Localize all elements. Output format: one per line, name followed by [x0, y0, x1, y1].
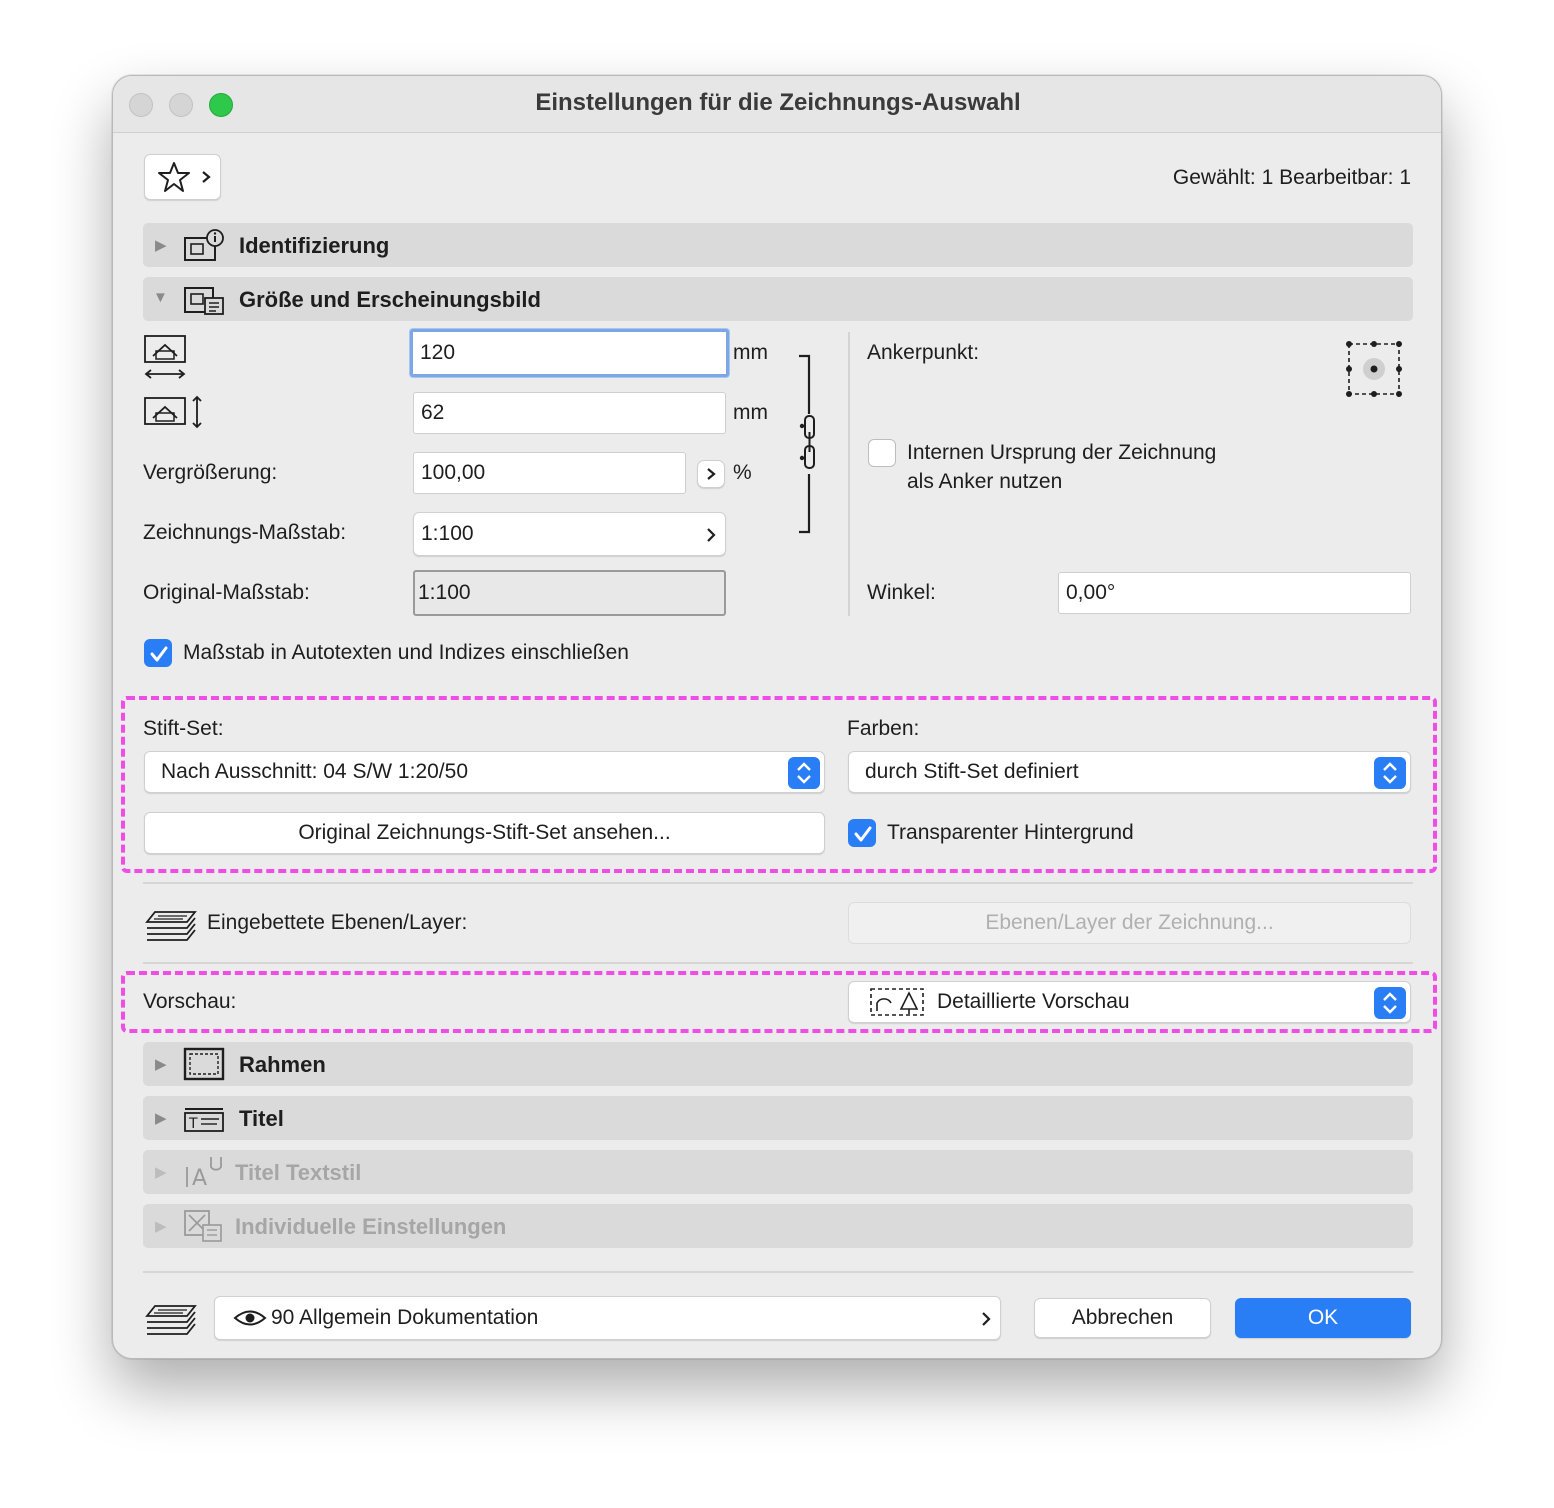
eye-icon — [233, 1310, 267, 1326]
colors-popup[interactable]: durch Stift-Set definiert — [848, 751, 1411, 793]
text-style-icon: A — [186, 1157, 222, 1189]
height-input[interactable]: 62 — [413, 392, 726, 434]
favorites-button[interactable] — [144, 154, 221, 200]
checkmark-icon — [150, 646, 168, 662]
disclosure-triangle-icon: ▶ — [155, 237, 167, 254]
disclosure-triangle-icon: ▶ — [155, 1056, 167, 1073]
disclosure-triangle-icon: ▶ — [155, 1110, 167, 1127]
original-scale-label: Original-Maßstab: — [143, 581, 310, 604]
internal-origin-label-line1: Internen Ursprung der Zeichnung — [907, 441, 1217, 464]
svg-text:A: A — [192, 1166, 207, 1189]
original-scale-value: 1:100 — [418, 581, 471, 604]
section-label: Titel Textstil — [235, 1160, 362, 1185]
anchor-point-selector[interactable] — [1341, 338, 1405, 400]
penset-popup[interactable]: Nach Ausschnitt: 04 S/W 1:20/50 — [144, 751, 825, 793]
disclosure-triangle-open-icon: ▼ — [153, 289, 168, 306]
section-label: Größe und Erscheinungsbild — [239, 287, 541, 312]
divider — [143, 1271, 1413, 1273]
drawing-scale-value: 1:100 — [421, 522, 474, 545]
layer-combination-value: 90 Allgemein Dokumentation — [271, 1306, 539, 1329]
anchor-label: Ankerpunkt: — [867, 341, 980, 364]
drawing-height-icon — [144, 395, 202, 429]
chevron-right-icon — [982, 1312, 991, 1326]
star-icon — [158, 162, 190, 192]
section-label: Individuelle Einstellungen — [235, 1214, 507, 1239]
original-scale-field: 1:100 — [413, 570, 726, 616]
include-scale-label: Maßstab in Autotexten und Indizes einsch… — [183, 641, 629, 664]
section-label: Rahmen — [239, 1052, 326, 1077]
angle-label: Winkel: — [867, 581, 936, 604]
layer-combination-popup[interactable]: 90 Allgemein Dokumentation — [214, 1296, 1001, 1340]
disclosure-triangle-icon: ▶ — [155, 1218, 167, 1235]
include-scale-checkbox[interactable] — [144, 639, 172, 667]
drawing-width-icon — [144, 335, 186, 379]
chevron-right-icon — [707, 528, 716, 542]
popup-stepper-icon — [1374, 987, 1406, 1019]
width-input[interactable]: 120 — [410, 329, 729, 377]
selection-info: Gewählt: 1 Bearbeitbar: 1 — [1172, 166, 1411, 189]
width-unit: mm — [733, 341, 768, 364]
chevron-right-icon — [707, 468, 716, 480]
title-icon: T — [184, 1108, 224, 1132]
column-divider — [848, 332, 850, 616]
disclosure-triangle-icon: ▶ — [155, 1164, 167, 1181]
angle-value: 0,00° — [1066, 581, 1116, 604]
drawing-scale-label: Zeichnungs-Maßstab: — [143, 521, 347, 544]
width-input-value: 120 — [420, 341, 456, 364]
window-title: Einstellungen für die Zeichnungs-Auswahl — [535, 89, 1021, 116]
drawing-layers-button[interactable]: Ebenen/Layer der Zeichnung... — [848, 902, 1411, 944]
detailed-preview-icon — [870, 988, 924, 1016]
preview-label: Vorschau: — [143, 990, 237, 1013]
embedded-layers-label: Eingebettete Ebenen/Layer: — [207, 911, 468, 934]
magnification-input[interactable]: 100,00 — [413, 452, 686, 494]
title-bar: Einstellungen für die Zeichnungs-Auswahl — [113, 76, 1441, 133]
settings-dialog: Einstellungen für die Zeichnungs-Auswahl… — [112, 75, 1442, 1359]
section-frame[interactable]: ▶ Rahmen — [143, 1042, 1413, 1086]
section-label: Titel — [239, 1106, 284, 1131]
cancel-button[interactable]: Abbrechen — [1034, 1298, 1211, 1338]
drawing-scale-popup[interactable]: 1:100 — [413, 512, 726, 556]
preview-value: Detaillierte Vorschau — [937, 990, 1130, 1013]
angle-input[interactable]: 0,00° — [1058, 572, 1411, 614]
percent-unit: % — [733, 461, 752, 484]
penset-label: Stift-Set: — [143, 717, 224, 740]
height-unit: mm — [733, 401, 768, 424]
popup-stepper-icon — [788, 757, 820, 789]
ok-button[interactable]: OK — [1235, 1298, 1411, 1338]
section-title[interactable]: ▶ T Titel — [143, 1096, 1413, 1140]
preview-popup[interactable]: Detaillierte Vorschau — [848, 981, 1411, 1023]
layers-icon — [145, 911, 197, 941]
transparent-background-checkbox[interactable] — [848, 819, 876, 847]
section-custom-settings[interactable]: ▶ Individuelle Einstellungen — [143, 1204, 1413, 1248]
penset-value: Nach Ausschnitt: 04 S/W 1:20/50 — [161, 760, 469, 783]
transparent-background-label: Transparenter Hintergrund — [887, 821, 1134, 844]
chevron-right-icon — [202, 171, 211, 183]
height-input-value: 62 — [421, 401, 445, 424]
magnification-value: 100,00 — [421, 461, 486, 484]
colors-value: durch Stift-Set definiert — [865, 760, 1079, 783]
custom-settings-icon — [184, 1210, 222, 1242]
internal-origin-checkbox[interactable] — [868, 439, 896, 467]
divider — [143, 882, 1413, 884]
svg-text:T: T — [188, 1116, 198, 1132]
popup-stepper-icon — [1374, 757, 1406, 789]
magnification-label: Vergrößerung: — [143, 461, 278, 484]
magnification-options-button[interactable] — [697, 460, 725, 488]
frame-icon — [183, 1047, 225, 1081]
section-identification[interactable]: ▶ Identifizierung — [143, 223, 1413, 267]
section-title-text-style[interactable]: ▶ A Titel Textstil — [143, 1150, 1413, 1194]
view-original-penset-button[interactable]: Original Zeichnungs-Stift-Set ansehen... — [144, 812, 825, 854]
proportion-lock-chain-icon[interactable] — [797, 354, 827, 534]
internal-origin-label-line2: als Anker nutzen — [907, 470, 1063, 493]
section-label: Identifizierung — [239, 233, 390, 258]
identification-icon — [184, 229, 224, 261]
divider — [143, 962, 1413, 964]
section-size-appearance[interactable]: ▼ Größe und Erscheinungsbild — [143, 277, 1413, 321]
colors-label: Farben: — [847, 717, 920, 740]
size-appearance-icon — [184, 287, 224, 315]
checkmark-icon — [854, 826, 872, 842]
layer-combination-icon — [145, 1305, 197, 1335]
